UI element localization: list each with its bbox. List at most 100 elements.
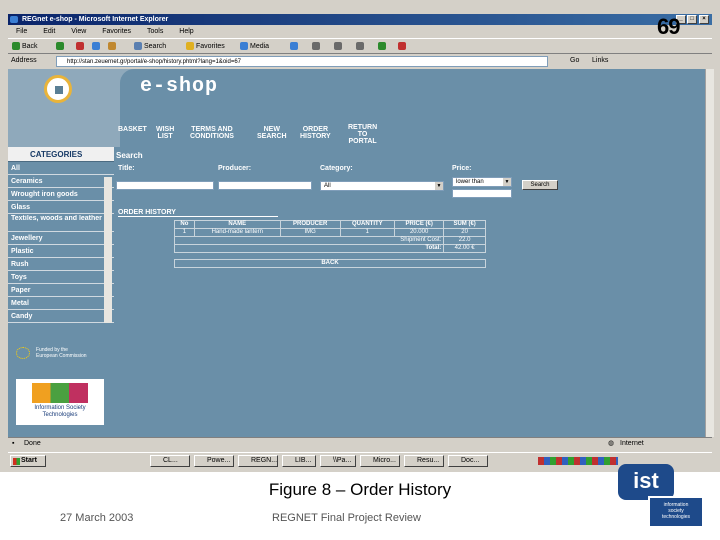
- title-label: Title:: [118, 165, 135, 172]
- address-input[interactable]: http://stan.zeuernet.gr/portal/e-shop/hi…: [56, 56, 548, 67]
- mail-button[interactable]: [312, 42, 322, 52]
- category-ceramics[interactable]: Ceramics: [8, 176, 114, 188]
- go-button[interactable]: Go: [570, 57, 579, 64]
- menu-help[interactable]: Help: [179, 28, 193, 35]
- task-button[interactable]: \\Pa...: [320, 455, 356, 467]
- task-button[interactable]: Powe...: [194, 455, 234, 467]
- page-banner: e-shop: [8, 69, 705, 109]
- media-button[interactable]: Media: [240, 42, 269, 52]
- eu-stars-icon: [16, 347, 30, 359]
- category-select[interactable]: All ▼: [320, 181, 444, 191]
- favorites-button[interactable]: Favorites: [186, 42, 225, 52]
- table-header-row: No NAME PRODUCER QUANTITY PRICE (€) SUM …: [174, 220, 486, 229]
- address-label: Address: [11, 57, 37, 64]
- producer-label: Producer:: [218, 165, 252, 172]
- item-name-link[interactable]: Hand-made lantern: [193, 228, 281, 237]
- links-button[interactable]: Links: [592, 57, 608, 64]
- search-button[interactable]: Search: [134, 42, 166, 52]
- refresh-button[interactable]: [92, 42, 102, 52]
- category-glass[interactable]: Glass: [8, 202, 114, 214]
- nav-new-search[interactable]: NEW SEARCH: [257, 126, 287, 140]
- task-button[interactable]: CL...: [150, 455, 190, 467]
- discuss-button[interactable]: [378, 42, 388, 52]
- category-rush[interactable]: Rush: [8, 259, 114, 271]
- status-text: Done: [24, 440, 41, 447]
- home-icon: [108, 42, 116, 51]
- menu-edit[interactable]: Edit: [43, 28, 55, 35]
- price-label: Price:: [452, 165, 472, 172]
- close-button[interactable]: ×: [699, 15, 709, 24]
- col-name: NAME: [193, 220, 281, 229]
- col-producer: PRODUCER: [279, 220, 341, 229]
- producer-input[interactable]: [218, 181, 312, 190]
- categories-heading: CATEGORIES: [8, 147, 114, 162]
- category-plastic[interactable]: Plastic: [8, 246, 114, 258]
- nav-order-history[interactable]: ORDER HISTORY: [300, 126, 331, 140]
- page-icon: ▪: [12, 440, 15, 447]
- stop-icon: [76, 42, 84, 51]
- task-button[interactable]: Resu...: [404, 455, 444, 467]
- task-button[interactable]: REGN...: [238, 455, 278, 467]
- mail-icon: [312, 42, 320, 51]
- maximize-button[interactable]: □: [687, 15, 697, 24]
- table-row: 1 Hand-made lantern IMG 1 20.000 20: [174, 228, 486, 237]
- history-button[interactable]: [290, 42, 300, 52]
- history-icon: [290, 42, 298, 51]
- print-button[interactable]: [334, 42, 344, 52]
- category-textiles[interactable]: Textiles, woods and leather: [8, 215, 114, 232]
- category-paper[interactable]: Paper: [8, 285, 114, 297]
- forward-button[interactable]: [56, 42, 66, 52]
- menu-view[interactable]: View: [71, 28, 86, 35]
- nav-wish-list[interactable]: WISH LIST: [156, 126, 174, 140]
- category-toys[interactable]: Toys: [8, 272, 114, 284]
- category-label: Category:: [320, 165, 353, 172]
- nav-return-to-portal[interactable]: RETURN TO PORTAL: [348, 124, 377, 145]
- menu-favorites[interactable]: Favorites: [102, 28, 131, 35]
- chevron-down-icon: ▼: [503, 178, 511, 186]
- category-wrought-iron[interactable]: Wrought iron goods: [8, 189, 114, 201]
- messenger-button[interactable]: [398, 42, 408, 52]
- title-input[interactable]: [116, 181, 214, 190]
- left-header-band: [8, 109, 120, 147]
- category-candy[interactable]: Candy: [8, 311, 114, 323]
- stop-button[interactable]: [76, 42, 86, 52]
- col-price: PRICE (€): [394, 220, 445, 229]
- task-button[interactable]: Micro...: [360, 455, 400, 467]
- ist-tagline: information society technologies: [648, 496, 704, 528]
- regnet-logo: [44, 75, 72, 103]
- ist-logo-graphic: [32, 383, 88, 403]
- start-button[interactable]: Start: [10, 455, 46, 467]
- window-title: REGnet e-shop - Microsoft Internet Explo…: [22, 16, 169, 23]
- price-input[interactable]: [452, 189, 512, 198]
- figure-caption: Figure 8 – Order History: [268, 480, 452, 499]
- categories-scrollbar[interactable]: [104, 177, 112, 323]
- menu-bar: File Edit View Favorites Tools Help: [8, 25, 712, 38]
- order-history-heading: ORDER HISTORY: [118, 209, 278, 217]
- home-button[interactable]: [108, 42, 118, 52]
- shipment-row: Shipment Cost: 22.0: [173, 236, 486, 245]
- price-select[interactable]: lower than ▼: [452, 177, 512, 187]
- task-button[interactable]: Doc...: [448, 455, 488, 467]
- edit-button[interactable]: [356, 42, 366, 52]
- page-scrollbar[interactable]: [705, 69, 714, 437]
- col-sum: SUM (€): [443, 220, 486, 229]
- back-button[interactable]: BACK: [174, 259, 486, 268]
- ist-mark: ist: [618, 464, 674, 500]
- task-button[interactable]: LIB...: [282, 455, 316, 467]
- menu-file[interactable]: File: [16, 28, 27, 35]
- footer-date: 27 March 2003: [60, 512, 134, 524]
- category-jewellery[interactable]: Jewellery: [8, 233, 114, 245]
- search-submit-button[interactable]: Search: [522, 180, 558, 190]
- ist-corner-logo: ist information society technologies: [618, 464, 716, 534]
- eshop-header: e-shop: [120, 69, 705, 109]
- nav-basket[interactable]: BASKET: [118, 126, 147, 133]
- back-button[interactable]: Back: [12, 42, 38, 52]
- category-metal[interactable]: Metal: [8, 298, 114, 310]
- category-all[interactable]: All: [8, 163, 114, 175]
- zone-text: Internet: [620, 440, 644, 447]
- nav-terms-and-conditions[interactable]: TERMS AND CONDITIONS: [190, 126, 234, 140]
- forward-arrow-icon: [56, 42, 64, 51]
- ie-icon: [10, 16, 18, 23]
- messenger-icon: [398, 42, 406, 51]
- menu-tools[interactable]: Tools: [147, 28, 163, 35]
